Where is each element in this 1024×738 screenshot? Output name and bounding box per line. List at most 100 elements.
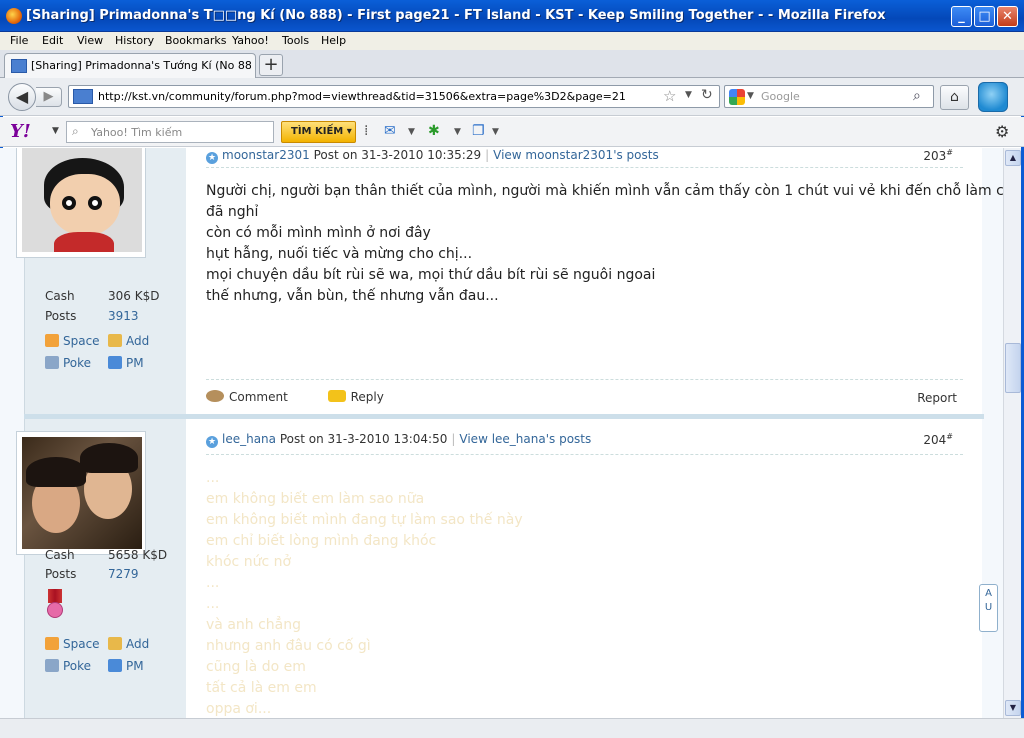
url-text[interactable]: http://kst.vn/community/forum.php?mod=vi… xyxy=(98,90,626,103)
post-line: em chỉ biết lòng mình đang khóc xyxy=(206,533,437,549)
posts-count-link[interactable]: 3913 xyxy=(108,309,139,323)
post-actions: Comment Reply xyxy=(206,390,420,404)
back-button[interactable]: ◀ xyxy=(8,83,36,111)
post-author-link[interactable]: lee_hana xyxy=(222,432,276,446)
post-divider xyxy=(206,454,963,455)
messenger-dropdown-icon[interactable]: ▼ xyxy=(454,127,461,137)
menu-bookmarks[interactable]: Bookmarks xyxy=(165,34,226,47)
add-label: Add xyxy=(126,637,150,651)
new-tab-button[interactable]: + xyxy=(259,54,283,76)
report-button[interactable]: Report xyxy=(917,391,957,405)
post-line: còn có mỗi mình mình ở nơi đây xyxy=(206,225,431,241)
messenger-icon[interactable]: ✱ xyxy=(428,123,440,139)
tab-current[interactable]: [Sharing] Primadonna's Tướng Kí (No 888)… xyxy=(4,53,256,78)
site-identity-icon[interactable] xyxy=(73,89,93,104)
space-label: Space xyxy=(63,334,100,348)
navigation-bar: ◀ ▶ http://kst.vn/community/forum.php?mo… xyxy=(0,78,1024,116)
search-bar[interactable]: ▼ Google ⌕ xyxy=(724,85,934,108)
pm-link[interactable]: PM xyxy=(108,356,144,370)
post-header: ★ moonstar2301 Post on 31-3-2010 10:35:29… xyxy=(206,148,659,164)
bookmark-star-icon[interactable]: ☆ xyxy=(663,87,676,105)
search-icon[interactable]: ⌕ xyxy=(913,88,921,104)
medal-icon[interactable] xyxy=(46,589,64,623)
minimize-button[interactable]: _ xyxy=(951,6,972,27)
post-separator xyxy=(24,414,984,419)
yahoo-search-input[interactable]: ⌕ Yahoo! Tìm kiếm xyxy=(66,121,274,143)
post-line: tất cả là em em xyxy=(206,680,317,696)
yahoo-dropdown-icon[interactable]: ▼ xyxy=(52,126,59,136)
cash-label: Cash xyxy=(45,289,75,303)
google-engine-icon[interactable] xyxy=(729,89,745,105)
add-friend-link[interactable]: Add xyxy=(108,637,149,651)
firefox-icon xyxy=(6,8,22,24)
floor-number[interactable]: 203# xyxy=(923,148,953,163)
menu-yahoo[interactable]: Yahoo! xyxy=(232,34,269,47)
post-author-link[interactable]: moonstar2301 xyxy=(222,148,310,162)
space-link[interactable]: Space xyxy=(45,637,100,651)
mail-dropdown-icon[interactable]: ▼ xyxy=(408,127,415,137)
floor-number[interactable]: 204# xyxy=(923,432,953,447)
menu-bar: File Edit View History Bookmarks Yahoo! … xyxy=(0,32,1024,50)
yahoo-toolbar: Y! ▼ ⌕ Yahoo! Tìm kiếm TÌM KIẾM ▾ ⁞ ✉ ▼ … xyxy=(0,117,1024,147)
engine-dropdown-icon[interactable]: ▼ xyxy=(747,91,754,101)
tab-bar: [Sharing] Primadonna's Tướng Kí (No 888)… xyxy=(0,50,1024,78)
reply-label: Reply xyxy=(350,390,384,404)
menu-edit[interactable]: Edit xyxy=(42,34,63,47)
view-posts-link[interactable]: View moonstar2301's posts xyxy=(493,148,659,162)
mail-icon xyxy=(108,659,122,672)
post-line: em không biết mình đang tự làm sao thế n… xyxy=(206,512,523,528)
skype-icon[interactable] xyxy=(978,82,1008,112)
add-label: Add xyxy=(126,334,150,348)
bookmarks-icon[interactable]: ❐ xyxy=(472,123,485,139)
post-line: em không biết em làm sao nữa xyxy=(206,491,425,507)
menu-tools[interactable]: Tools xyxy=(282,34,309,47)
close-button[interactable]: ✕ xyxy=(997,6,1018,27)
scroll-down-icon[interactable]: ▼ xyxy=(1005,700,1021,716)
pm-label: PM xyxy=(126,659,144,673)
scroll-thumb[interactable] xyxy=(1005,343,1021,393)
avatar[interactable] xyxy=(16,431,146,555)
title-bar: [Sharing] Primadonna's T□□ng Kí (No 888)… xyxy=(0,0,1024,32)
poke-link[interactable]: Poke xyxy=(45,356,91,370)
home-button[interactable]: ⌂ xyxy=(940,85,969,110)
status-bar xyxy=(0,718,1024,738)
url-bar[interactable]: http://kst.vn/community/forum.php?mod=vi… xyxy=(68,85,720,108)
url-history-dropdown-icon[interactable]: ▼ xyxy=(685,90,692,100)
bookmarks-dropdown-icon[interactable]: ▼ xyxy=(492,127,499,137)
comment-button[interactable]: Comment xyxy=(206,390,306,404)
handshake-icon xyxy=(108,637,122,650)
reply-button[interactable]: Reply xyxy=(327,390,402,404)
post-body: ... em không biết em làm sao nữa em khôn… xyxy=(206,468,966,720)
poke-label: Poke xyxy=(63,356,92,370)
menu-help[interactable]: Help xyxy=(321,34,346,47)
add-friend-link[interactable]: Add xyxy=(108,334,149,348)
posts-count-link[interactable]: 7279 xyxy=(108,567,139,581)
post-line: và anh chẳng xyxy=(206,617,301,633)
mail-icon xyxy=(108,356,122,369)
search-placeholder[interactable]: Google xyxy=(761,90,800,103)
menu-history[interactable]: History xyxy=(115,34,154,47)
yahoo-logo[interactable]: Y! xyxy=(10,121,31,142)
space-link[interactable]: Space xyxy=(45,334,100,348)
menu-view[interactable]: View xyxy=(77,34,103,47)
reload-icon[interactable]: ↻ xyxy=(701,87,713,103)
vertical-scrollbar[interactable]: ▲ ▼ xyxy=(1003,148,1021,718)
yahoo-search-button[interactable]: TÌM KIẾM ▾ xyxy=(281,121,356,143)
scroll-up-icon[interactable]: ▲ xyxy=(1005,150,1021,166)
maximize-button[interactable]: □ xyxy=(974,6,995,27)
post-timestamp: Post on 31-3-2010 10:35:29 xyxy=(313,148,482,162)
floor-value: 203 xyxy=(923,149,947,163)
gear-icon[interactable]: ⚙ xyxy=(995,122,1009,141)
forward-button[interactable]: ▶ xyxy=(36,87,62,107)
post-line: ... xyxy=(206,596,220,612)
pm-link[interactable]: PM xyxy=(108,659,144,673)
menu-file[interactable]: File xyxy=(10,34,28,47)
page-content: Cash 306 K$D Posts 3913 Space Add Poke P… xyxy=(0,148,1003,738)
floor-value: 204 xyxy=(923,433,947,447)
floating-scroll-widget[interactable]: A U xyxy=(979,584,998,632)
cash-value: 306 K$D xyxy=(108,289,160,303)
mail-icon[interactable]: ✉ xyxy=(384,123,396,139)
view-posts-link[interactable]: View lee_hana's posts xyxy=(459,432,591,446)
avatar[interactable] xyxy=(16,148,146,258)
poke-link[interactable]: Poke xyxy=(45,659,91,673)
